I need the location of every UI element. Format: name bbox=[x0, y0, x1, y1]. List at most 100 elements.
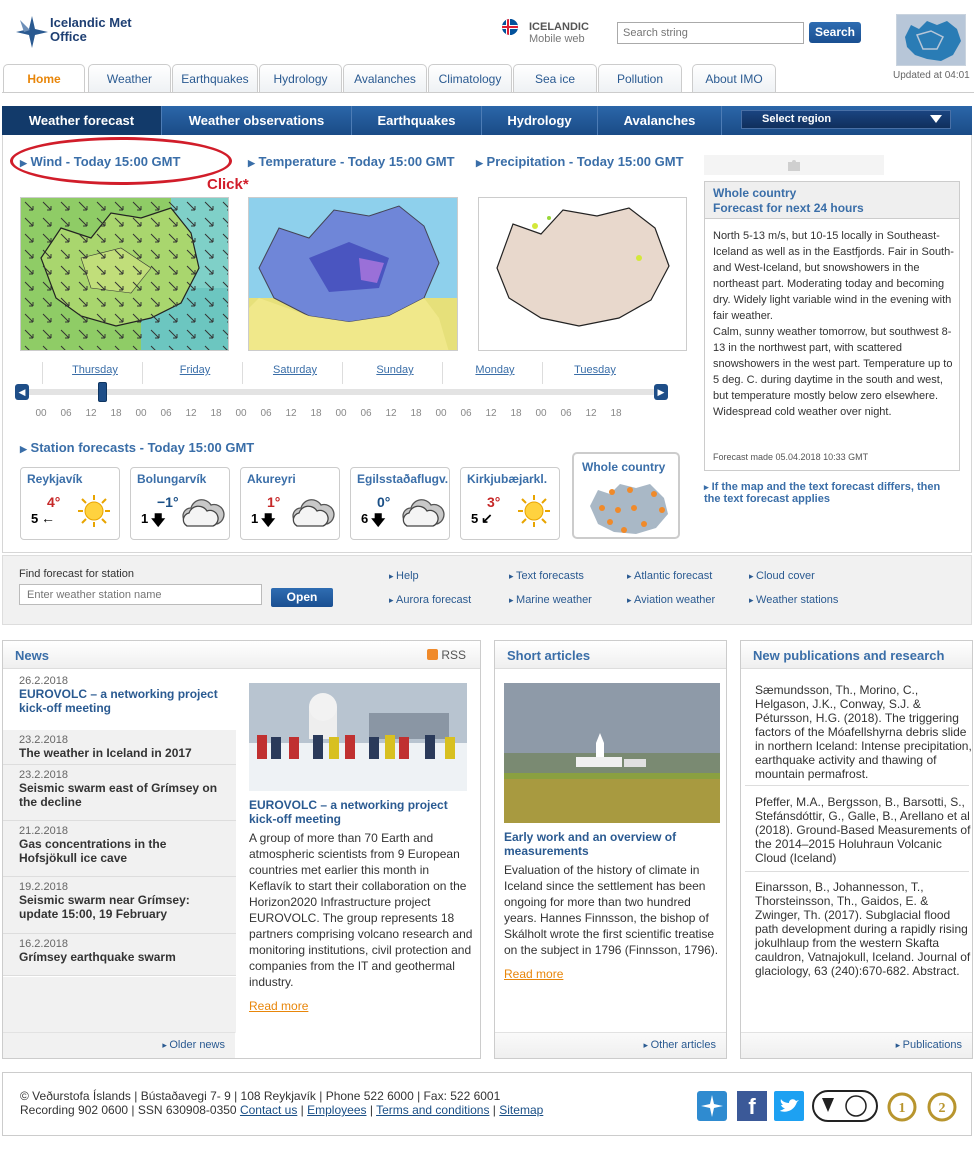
news-list-item[interactable]: 16.2.2018 Grímsey earthquake swarm bbox=[3, 934, 236, 976]
news-feature-title[interactable]: EUROVOLC – a networking project kick-off… bbox=[249, 798, 469, 826]
publications-link[interactable]: Publications bbox=[741, 1032, 972, 1058]
tab-about-imo[interactable]: About IMO bbox=[692, 64, 776, 93]
timeline-hour[interactable]: 00 bbox=[431, 408, 451, 419]
timeline-hour[interactable]: 12 bbox=[81, 408, 101, 419]
timeline-hour[interactable]: 12 bbox=[481, 408, 501, 419]
timeline-hour[interactable]: 12 bbox=[381, 408, 401, 419]
precipitation-map-title[interactable]: ▶ Precipitation - Today 15:00 GMT bbox=[476, 154, 686, 171]
news-list-item[interactable]: 19.2.2018 Seismic swarm near Grímsey: upd… bbox=[3, 877, 236, 934]
timeline-hour[interactable]: 18 bbox=[206, 408, 226, 419]
imo-star-icon[interactable] bbox=[697, 1091, 727, 1121]
timeline-hour[interactable]: 00 bbox=[531, 408, 551, 419]
link-atlantic-forecast[interactable]: Atlantic forecast bbox=[627, 570, 712, 582]
link-text-forecasts[interactable]: Text forecasts bbox=[509, 570, 584, 582]
language-switch[interactable]: ICELANDIC Mobile web bbox=[529, 21, 589, 45]
tab-earthquakes-sub[interactable]: Earthquakes bbox=[352, 106, 482, 135]
news-list-item[interactable]: 23.2.2018 Seismic swarm east of Grímsey o… bbox=[3, 765, 236, 821]
news-list-item[interactable]: 26.2.2018 EUROVOLC – a networking project… bbox=[3, 671, 236, 723]
publication-item[interactable]: Pfeffer, M.A., Bergsson, B., Barsotti, S… bbox=[755, 795, 975, 865]
tab-avalanches-sub[interactable]: Avalanches bbox=[598, 106, 722, 135]
timeline-day-sunday[interactable]: Sunday bbox=[345, 364, 445, 376]
news-title-link[interactable]: Gas concentrations in the Hofsjökull ice… bbox=[19, 837, 220, 865]
news-title-link[interactable]: The weather in Iceland in 2017 bbox=[19, 746, 220, 760]
temperature-map[interactable] bbox=[248, 197, 458, 351]
news-title-link[interactable]: Seismic swarm east of Grímsey on the dec… bbox=[19, 781, 220, 809]
facebook-icon[interactable]: f bbox=[737, 1091, 767, 1121]
timeline-next-button[interactable]: ▶ bbox=[654, 384, 668, 400]
timeline-hour[interactable]: 06 bbox=[456, 408, 476, 419]
wind-map[interactable] bbox=[20, 197, 229, 351]
timeline-hour[interactable]: 00 bbox=[331, 408, 351, 419]
timeline-hour[interactable]: 06 bbox=[156, 408, 176, 419]
station-card[interactable]: Akureyri 1° 1 🡇 bbox=[240, 467, 340, 540]
link-aviation-weather[interactable]: Aviation weather bbox=[627, 594, 715, 606]
footer-sitemap-link[interactable]: Sitemap bbox=[499, 1103, 543, 1117]
timeline-day-friday[interactable]: Friday bbox=[145, 364, 245, 376]
timeline-slider-track[interactable] bbox=[26, 389, 656, 395]
news-title-link[interactable]: Seismic swarm near Grímsey: update 15:00… bbox=[19, 893, 220, 921]
rss-link[interactable]: RSS bbox=[426, 648, 466, 662]
link-aurora-forecast[interactable]: Aurora forecast bbox=[389, 594, 471, 606]
twitter-icon[interactable] bbox=[774, 1091, 804, 1121]
news-list-item[interactable]: 23.2.2018 The weather in Iceland in 2017 bbox=[3, 730, 236, 765]
timeline-hour[interactable]: 06 bbox=[556, 408, 576, 419]
link-cloud-cover[interactable]: Cloud cover bbox=[749, 570, 815, 582]
whole-country-station-card[interactable]: Whole country bbox=[572, 452, 680, 539]
tab-hydrology-sub[interactable]: Hydrology bbox=[482, 106, 598, 135]
timeline-day-thursday[interactable]: Thursday bbox=[45, 364, 145, 376]
timeline-hour[interactable]: 06 bbox=[56, 408, 76, 419]
timeline-hour[interactable]: 18 bbox=[506, 408, 526, 419]
footer-terms-link[interactable]: Terms and conditions bbox=[376, 1103, 489, 1117]
tab-sea-ice[interactable]: Sea ice bbox=[513, 64, 597, 93]
select-region-dropdown[interactable]: Select region bbox=[741, 110, 951, 129]
news-title-link[interactable]: Grímsey earthquake swarm bbox=[19, 950, 220, 964]
iceland-flag-icon[interactable] bbox=[502, 19, 518, 35]
link-help[interactable]: Help bbox=[389, 570, 419, 582]
tab-hydrology[interactable]: Hydrology bbox=[259, 64, 342, 93]
timeline-hour[interactable]: 06 bbox=[356, 408, 376, 419]
tab-earthquakes[interactable]: Earthquakes bbox=[172, 64, 258, 93]
news-title-link[interactable]: EUROVOLC – a networking project kick-off… bbox=[19, 687, 220, 715]
tab-weather[interactable]: Weather bbox=[88, 64, 171, 93]
news-list-item[interactable]: 21.2.2018 Gas concentrations in the Hofsj… bbox=[3, 821, 236, 877]
tab-pollution[interactable]: Pollution bbox=[598, 64, 682, 93]
timeline-hour[interactable]: 06 bbox=[256, 408, 276, 419]
timeline-hour[interactable]: 12 bbox=[281, 408, 301, 419]
footer-contact-link[interactable]: Contact us bbox=[240, 1103, 297, 1117]
timeline-prev-button[interactable]: ◀ bbox=[15, 384, 29, 400]
timeline-day-saturday[interactable]: Saturday bbox=[245, 364, 345, 376]
station-search-input[interactable] bbox=[19, 584, 262, 605]
timeline-hour[interactable]: 18 bbox=[406, 408, 426, 419]
timeline-hour[interactable]: 12 bbox=[181, 408, 201, 419]
other-articles-link[interactable]: Other articles bbox=[495, 1032, 726, 1058]
station-card[interactable]: Bolungarvík −1° 1 🡇 bbox=[130, 467, 230, 540]
link-marine-weather[interactable]: Marine weather bbox=[509, 594, 592, 606]
older-news-link[interactable]: Older news bbox=[3, 1032, 235, 1058]
footer-employees-link[interactable]: Employees bbox=[307, 1103, 366, 1117]
text-forecast-note[interactable]: ▸ If the map and the text forecast diffe… bbox=[704, 481, 954, 505]
station-card[interactable]: Kirkjubæjarkl. 3° 5 ↙ bbox=[460, 467, 560, 540]
timeline-hour[interactable]: 18 bbox=[306, 408, 326, 419]
timeline-day-tuesday[interactable]: Tuesday bbox=[545, 364, 645, 376]
timeline-hour[interactable]: 12 bbox=[581, 408, 601, 419]
search-button[interactable]: Search bbox=[809, 22, 861, 43]
logo-text[interactable]: Icelandic Met Office bbox=[50, 16, 132, 44]
article-feature-title[interactable]: Early work and an overview of measuremen… bbox=[504, 830, 714, 858]
station-forecasts-title[interactable]: ▶ Station forecasts - Today 15:00 GMT bbox=[20, 440, 254, 457]
publication-item[interactable]: Einarsson, B., Johannesson, T., Thorstei… bbox=[755, 880, 975, 978]
precipitation-map[interactable] bbox=[478, 197, 687, 351]
tab-climatology[interactable]: Climatology bbox=[428, 64, 512, 93]
timeline-hour[interactable]: 00 bbox=[31, 408, 51, 419]
timeline-hour[interactable]: 00 bbox=[131, 408, 151, 419]
station-card[interactable]: Reykjavík 4° 5 ← bbox=[20, 467, 120, 540]
article-read-more-link[interactable]: Read more bbox=[504, 967, 563, 981]
open-station-button[interactable]: Open bbox=[271, 588, 333, 607]
article-feature-image[interactable] bbox=[504, 683, 720, 823]
tab-weather-forecast[interactable]: Weather forecast bbox=[2, 106, 162, 135]
tab-avalanches[interactable]: Avalanches bbox=[343, 64, 427, 93]
link-weather-stations[interactable]: Weather stations bbox=[749, 594, 838, 606]
search-input[interactable] bbox=[617, 22, 804, 44]
timeline-hour[interactable]: 18 bbox=[606, 408, 626, 419]
timeline-day-monday[interactable]: Monday bbox=[445, 364, 545, 376]
timeline-slider-thumb[interactable] bbox=[98, 382, 107, 402]
